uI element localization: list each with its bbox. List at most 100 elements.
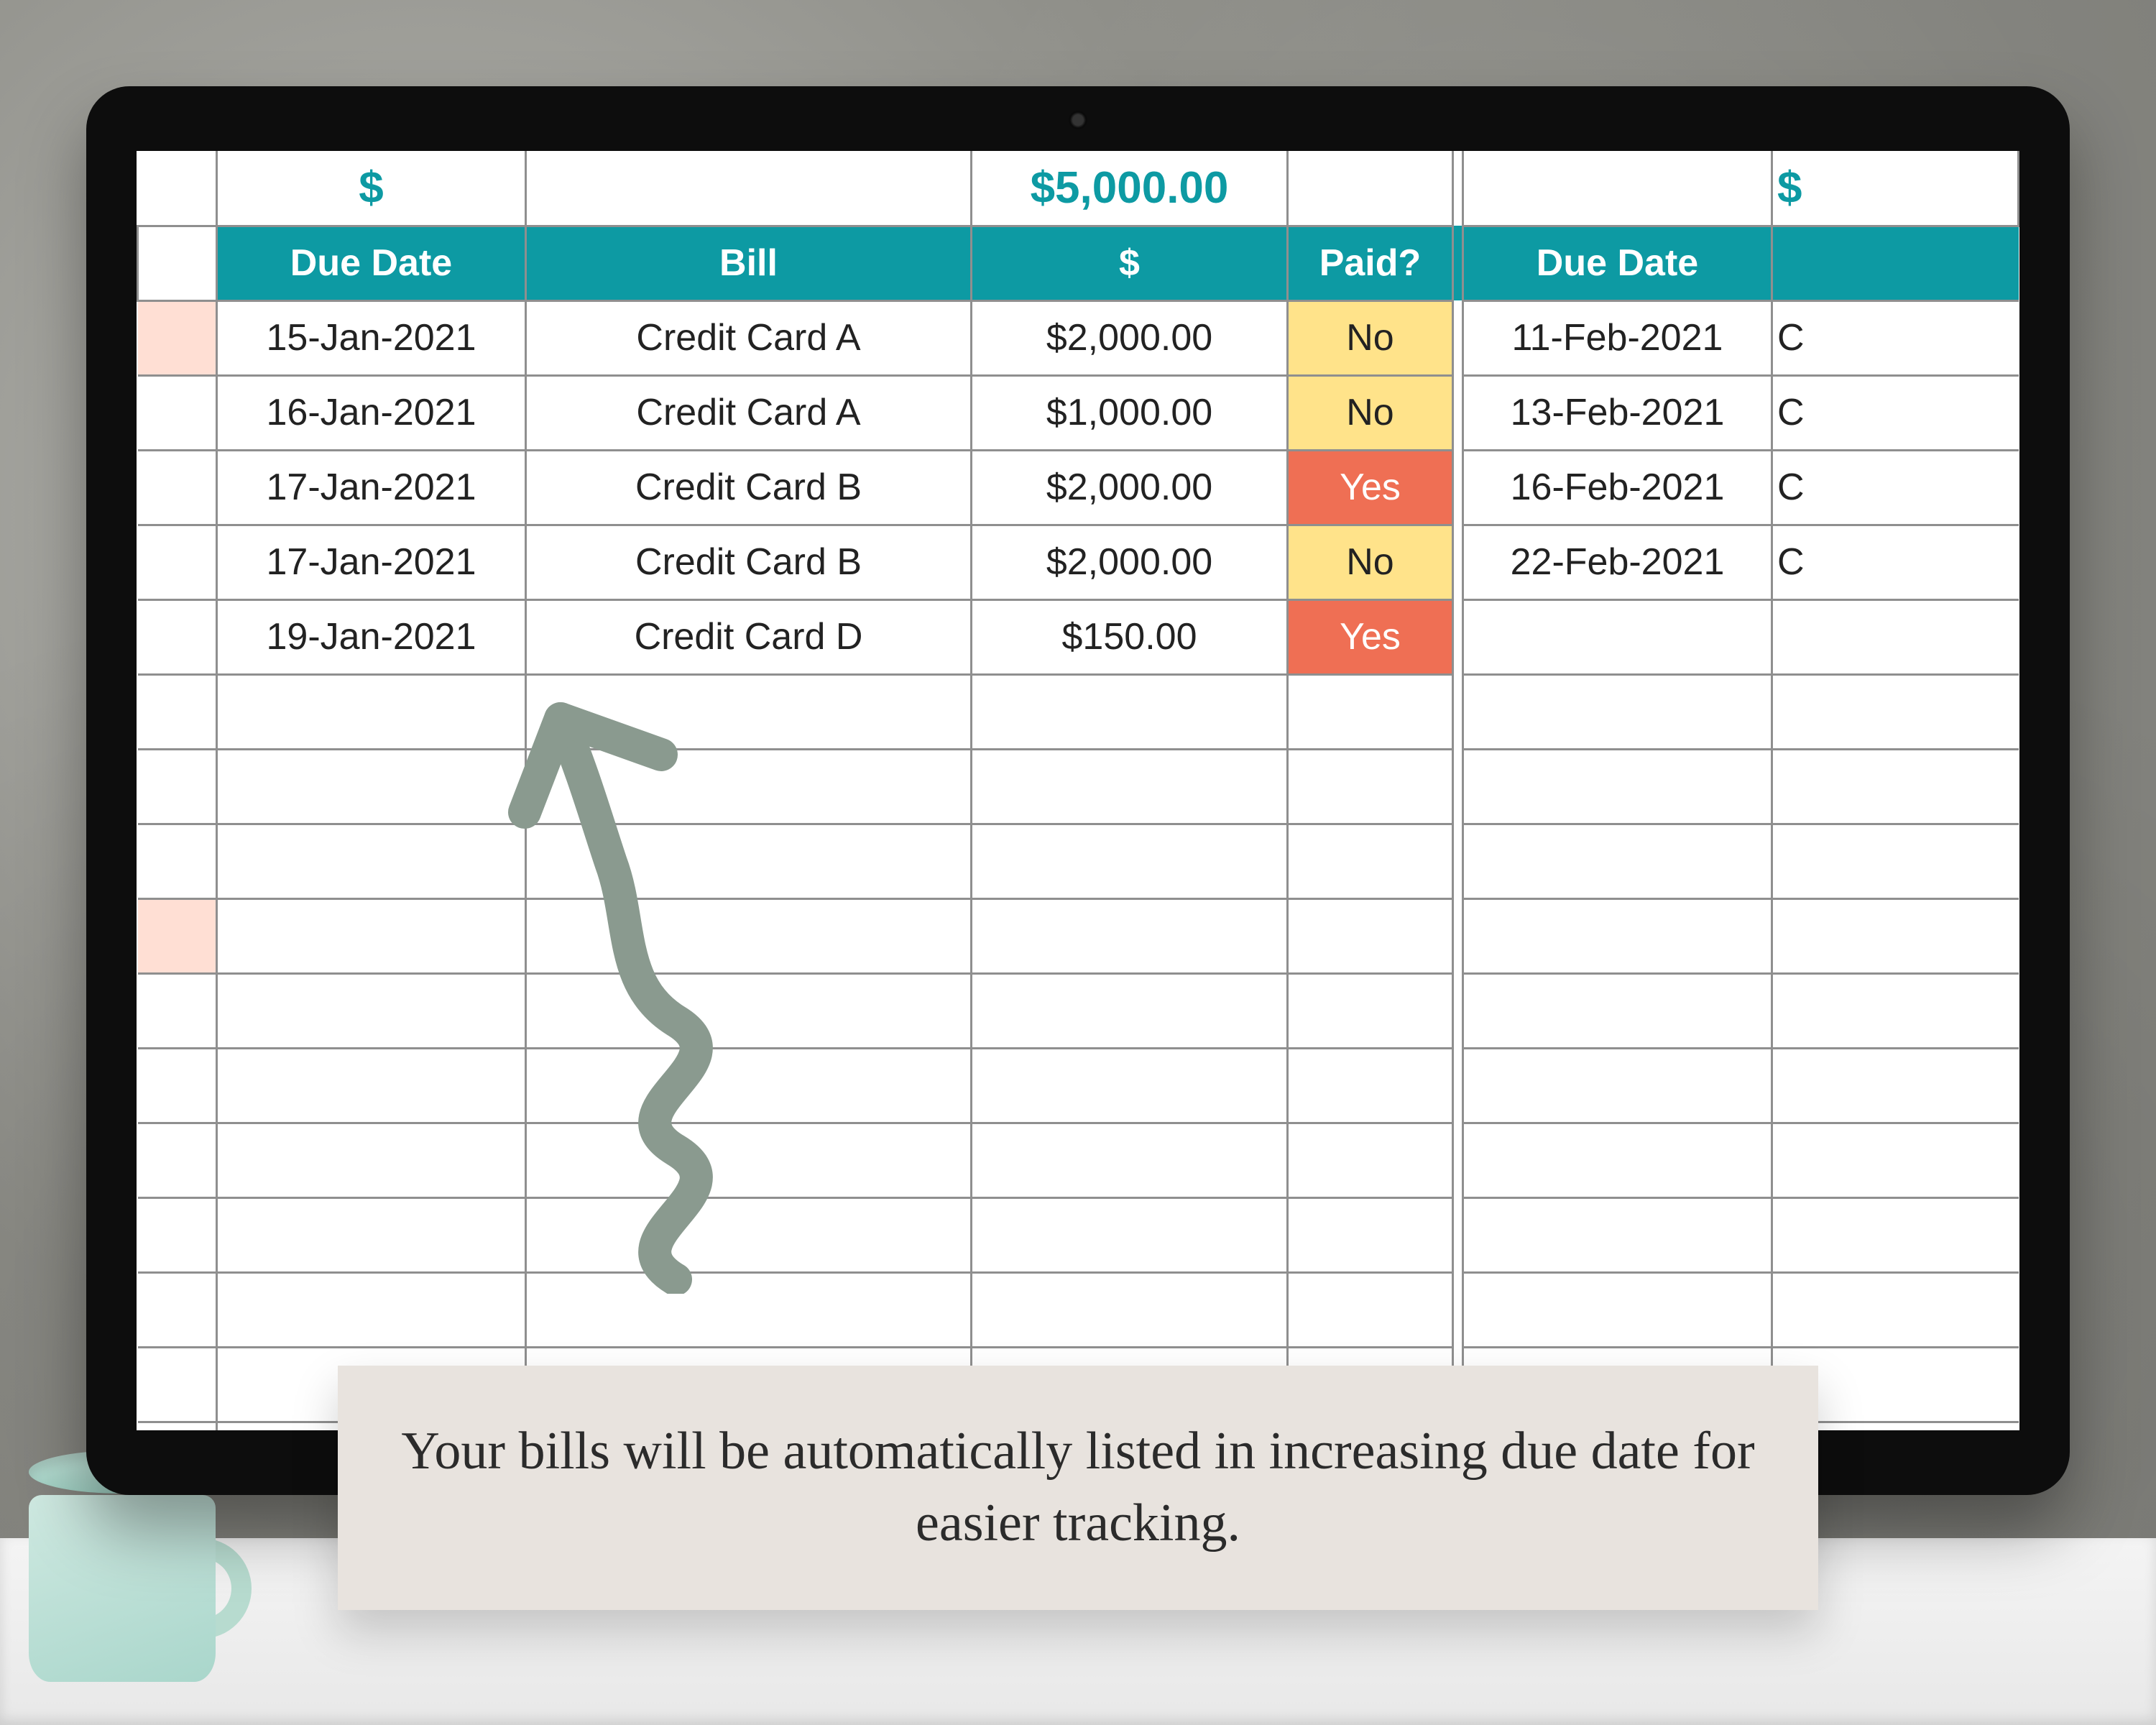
cell-empty[interactable]: [1288, 898, 1453, 973]
table-row[interactable]: [138, 1123, 2019, 1197]
cell-empty[interactable]: [1288, 973, 1453, 1048]
col-due[interactable]: Due Date: [217, 226, 526, 300]
cell-empty[interactable]: [1288, 1272, 1453, 1347]
cell-paid[interactable]: Yes: [1288, 450, 1453, 525]
cell-empty[interactable]: [526, 749, 972, 824]
cell-empty[interactable]: [1463, 1197, 1772, 1272]
cell-due-2[interactable]: 13-Feb-2021: [1463, 375, 1772, 450]
table-row[interactable]: [138, 824, 2019, 898]
cell-empty[interactable]: [1463, 1048, 1772, 1123]
cell-empty[interactable]: [972, 674, 1288, 749]
cell-empty[interactable]: [972, 1272, 1288, 1347]
cell-empty[interactable]: [217, 898, 526, 973]
cell-empty[interactable]: [1772, 674, 2019, 749]
cell-paid[interactable]: No: [1288, 525, 1453, 599]
cell-empty[interactable]: [1463, 749, 1772, 824]
cell-empty[interactable]: [217, 824, 526, 898]
col-due-2[interactable]: Due Date: [1463, 226, 1772, 300]
spreadsheet[interactable]: $ $5,000.00 $ Due Date Bill $ Paid? Due …: [137, 151, 2019, 1430]
cell-empty[interactable]: [217, 1197, 526, 1272]
cell-empty[interactable]: [526, 1197, 972, 1272]
col-amount[interactable]: $: [972, 226, 1288, 300]
cell-bill-2[interactable]: [1772, 599, 2019, 674]
cell-due-2[interactable]: 16-Feb-2021: [1463, 450, 1772, 525]
cell-paid[interactable]: No: [1288, 300, 1453, 375]
cell-due-2[interactable]: 22-Feb-2021: [1463, 525, 1772, 599]
cell-empty[interactable]: [1772, 749, 2019, 824]
cell-empty[interactable]: [972, 1048, 1288, 1123]
cell-empty[interactable]: [217, 1272, 526, 1347]
table-row[interactable]: 17-Jan-2021Credit Card B$2,000.00Yes16-F…: [138, 450, 2019, 525]
cell-empty[interactable]: [1772, 1123, 2019, 1197]
cell-empty[interactable]: [972, 749, 1288, 824]
cell-empty[interactable]: [972, 898, 1288, 973]
cell-empty[interactable]: [526, 898, 972, 973]
cell-empty[interactable]: [1463, 1272, 1772, 1347]
cell-bill-2[interactable]: C: [1772, 375, 2019, 450]
cell-empty[interactable]: [526, 824, 972, 898]
table-row[interactable]: [138, 898, 2019, 973]
cell-amount[interactable]: $2,000.00: [972, 450, 1288, 525]
cell-empty[interactable]: [1288, 1197, 1453, 1272]
cell-amount[interactable]: $2,000.00: [972, 525, 1288, 599]
cell-amount[interactable]: $150.00: [972, 599, 1288, 674]
table-row[interactable]: [138, 1197, 2019, 1272]
cell-due[interactable]: 17-Jan-2021: [217, 525, 526, 599]
cell-empty[interactable]: [1463, 898, 1772, 973]
cell-bill-2[interactable]: C: [1772, 450, 2019, 525]
cell-empty[interactable]: [1288, 749, 1453, 824]
cell-amount[interactable]: $2,000.00: [972, 300, 1288, 375]
cell-due-2[interactable]: [1463, 599, 1772, 674]
cell-empty[interactable]: [1288, 824, 1453, 898]
cell-empty[interactable]: [972, 824, 1288, 898]
col-bill[interactable]: Bill: [526, 226, 972, 300]
cell-bill-2[interactable]: C: [1772, 300, 2019, 375]
cell-empty[interactable]: [1772, 824, 2019, 898]
cell-paid[interactable]: No: [1288, 375, 1453, 450]
table-row[interactable]: [138, 973, 2019, 1048]
cell-empty[interactable]: [217, 749, 526, 824]
cell-empty[interactable]: [1772, 1272, 2019, 1347]
cell-empty[interactable]: [972, 1123, 1288, 1197]
cell-empty[interactable]: [1463, 1123, 1772, 1197]
cell-due[interactable]: 19-Jan-2021: [217, 599, 526, 674]
cell-empty[interactable]: [217, 1048, 526, 1123]
cell-paid[interactable]: Yes: [1288, 599, 1453, 674]
table-row[interactable]: 19-Jan-2021Credit Card D$150.00Yes: [138, 599, 2019, 674]
col-paid[interactable]: Paid?: [1288, 226, 1453, 300]
cell-empty[interactable]: [972, 1197, 1288, 1272]
cell-empty[interactable]: [1288, 1048, 1453, 1123]
cell-empty[interactable]: [1772, 898, 2019, 973]
table-row[interactable]: [138, 1048, 2019, 1123]
cell-due[interactable]: 17-Jan-2021: [217, 450, 526, 525]
cell-bill[interactable]: Credit Card B: [526, 525, 972, 599]
cell-amount[interactable]: $1,000.00: [972, 375, 1288, 450]
cell-bill[interactable]: Credit Card A: [526, 300, 972, 375]
cell-empty[interactable]: [217, 674, 526, 749]
cell-empty[interactable]: [526, 1123, 972, 1197]
cell-empty[interactable]: [526, 1272, 972, 1347]
cell-empty[interactable]: [526, 1048, 972, 1123]
cell-empty[interactable]: [1772, 973, 2019, 1048]
cell-empty[interactable]: [1463, 674, 1772, 749]
cell-empty[interactable]: [217, 1123, 526, 1197]
cell-due[interactable]: 16-Jan-2021: [217, 375, 526, 450]
cell-bill[interactable]: Credit Card A: [526, 375, 972, 450]
cell-empty[interactable]: [1288, 674, 1453, 749]
cell-empty[interactable]: [1772, 1197, 2019, 1272]
cell-empty[interactable]: [217, 973, 526, 1048]
table-row[interactable]: 16-Jan-2021Credit Card A$1,000.00No13-Fe…: [138, 375, 2019, 450]
cell-empty[interactable]: [526, 973, 972, 1048]
cell-bill[interactable]: Credit Card B: [526, 450, 972, 525]
table-row[interactable]: [138, 749, 2019, 824]
table-row[interactable]: [138, 1272, 2019, 1347]
cell-bill[interactable]: Credit Card D: [526, 599, 972, 674]
cell-due-2[interactable]: 11-Feb-2021: [1463, 300, 1772, 375]
bills-table[interactable]: $ $5,000.00 $ Due Date Bill $ Paid? Due …: [137, 151, 2019, 1430]
cell-empty[interactable]: [1463, 824, 1772, 898]
cell-empty[interactable]: [1288, 1123, 1453, 1197]
cell-due[interactable]: 15-Jan-2021: [217, 300, 526, 375]
cell-empty[interactable]: [972, 973, 1288, 1048]
cell-empty[interactable]: [1463, 973, 1772, 1048]
table-row[interactable]: [138, 674, 2019, 749]
